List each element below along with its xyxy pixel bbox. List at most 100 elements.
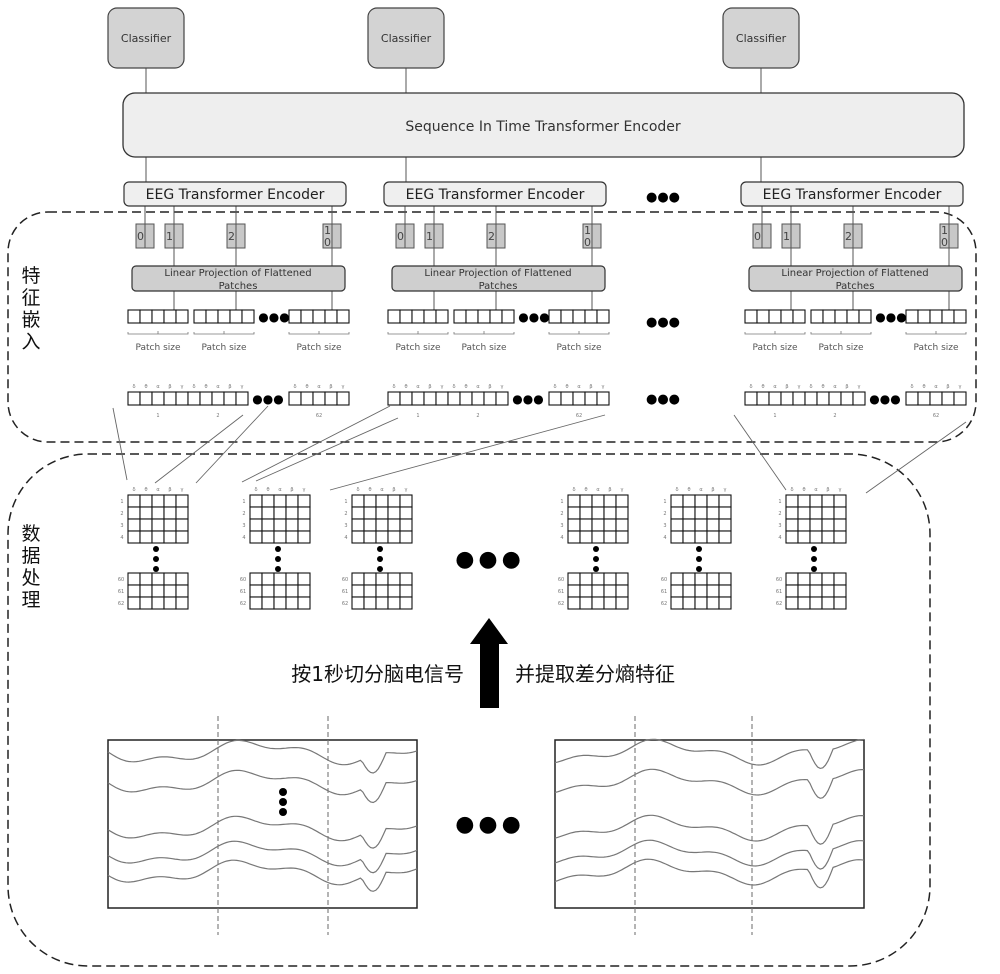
matrix-cell (682, 530, 696, 544)
matrix-cell (567, 518, 581, 532)
band-label: θ (821, 384, 824, 390)
patch-ellipsis: ●●● (258, 310, 289, 324)
matrix-cell (718, 494, 732, 508)
patch-cell (127, 309, 141, 324)
linear-projection-label: Patches (219, 281, 258, 292)
patch-cell (465, 309, 479, 324)
matrix-cell (706, 506, 720, 520)
patch-cell (822, 309, 836, 324)
matrix-cell (579, 494, 593, 508)
flat-cell (744, 391, 758, 406)
matrix-cell (127, 572, 141, 586)
band-label: δ (452, 384, 455, 390)
patch-cell (548, 309, 562, 324)
matrix-cell (579, 584, 593, 598)
matrix-cell (670, 518, 684, 532)
flat-cell (852, 391, 866, 406)
patch-size-label: Patch size (913, 343, 958, 353)
channel-label: 62 (558, 601, 564, 607)
matrix-cell (139, 584, 153, 598)
matrix-cell (363, 518, 377, 532)
flat-cell (187, 391, 201, 406)
matrix-cell (127, 518, 141, 532)
matrix-cell (821, 572, 835, 586)
flat-index: 1 (416, 413, 419, 419)
matrix-cell (375, 506, 389, 520)
patch-size-label: Patch size (201, 343, 246, 353)
band-label: β (488, 384, 491, 390)
matrix-cell (694, 572, 708, 586)
matrix-cell (706, 572, 720, 586)
band-label: θ (266, 487, 269, 493)
matrix-cell (163, 530, 177, 544)
matrix-cell (387, 596, 401, 610)
matrix-cell (375, 584, 389, 598)
patch-cell (163, 309, 177, 324)
patch-cell (792, 309, 806, 324)
matrix-cell (821, 506, 835, 520)
flat-cell (828, 391, 842, 406)
flat-cell (929, 391, 943, 406)
linear-projection-label: Linear Projection of Flattened (164, 268, 311, 279)
matrix-cell (797, 584, 811, 598)
section-label-char: 理 (21, 589, 40, 611)
vertical-ellipsis-dot (811, 546, 817, 552)
patch-brace (127, 331, 189, 335)
matrix-cell (249, 518, 263, 532)
band-label: δ (910, 384, 913, 390)
channel-label: 1 (560, 499, 563, 505)
classifier-label: Classifier (381, 32, 432, 45)
patch-brace (905, 331, 967, 335)
band-label: α (699, 487, 703, 493)
patch-cell (489, 309, 503, 324)
patch-cell (399, 309, 413, 324)
matrix-cell (163, 572, 177, 586)
eeg-encoder-label: EEG Transformer Encoder (146, 187, 325, 203)
band-label: θ (305, 384, 308, 390)
de-feature-matrix: δ θ α β γ 1 2 3 4 60 61 62 (558, 487, 629, 610)
channel-label: 60 (342, 577, 348, 583)
band-label: γ (303, 487, 306, 493)
band-label: β (168, 487, 171, 493)
linear-projection-label: Patches (836, 281, 875, 292)
channel-label: 60 (240, 577, 246, 583)
band-label: δ (553, 384, 556, 390)
matrix-cell (603, 494, 617, 508)
matrix-cell (175, 572, 189, 586)
matrix-cell (797, 518, 811, 532)
matrix-cell (163, 596, 177, 610)
matrix-cell (670, 584, 684, 598)
patch-cell (288, 309, 302, 324)
band-label: γ (501, 384, 504, 390)
matrix-cell (249, 584, 263, 598)
matrix-cell (706, 494, 720, 508)
signal-frame (107, 739, 418, 909)
de-feature-matrix: δ θ α β γ 1 2 3 4 60 61 62 (661, 487, 732, 610)
section-label-char: 征 (21, 287, 40, 309)
patch-cell (300, 309, 314, 324)
matrix-cell (127, 530, 141, 544)
matrix-cell (567, 584, 581, 598)
band-label: β (946, 384, 949, 390)
channel-label: 2 (663, 511, 666, 517)
matrix-cell (603, 506, 617, 520)
matrix-cell (718, 530, 732, 544)
flat-cell (572, 391, 586, 406)
matrix-cell (399, 572, 413, 586)
position-token-label: 1 (166, 230, 173, 243)
flat-cell (423, 391, 437, 406)
matrix-cell (670, 494, 684, 508)
matrix-cell (591, 494, 605, 508)
matrix-cell (615, 596, 629, 610)
position-token-label: 0 (324, 236, 331, 249)
band-label: α (814, 487, 818, 493)
matrix-cell (591, 518, 605, 532)
matrix-cell (615, 572, 629, 586)
band-label: θ (404, 384, 407, 390)
band-label: β (228, 384, 231, 390)
vertical-ellipsis-dot (593, 566, 599, 572)
matrix-cell (694, 584, 708, 598)
flat-cell (336, 391, 350, 406)
matrix-cell (297, 518, 311, 532)
patch-size-label: Patch size (461, 343, 506, 353)
